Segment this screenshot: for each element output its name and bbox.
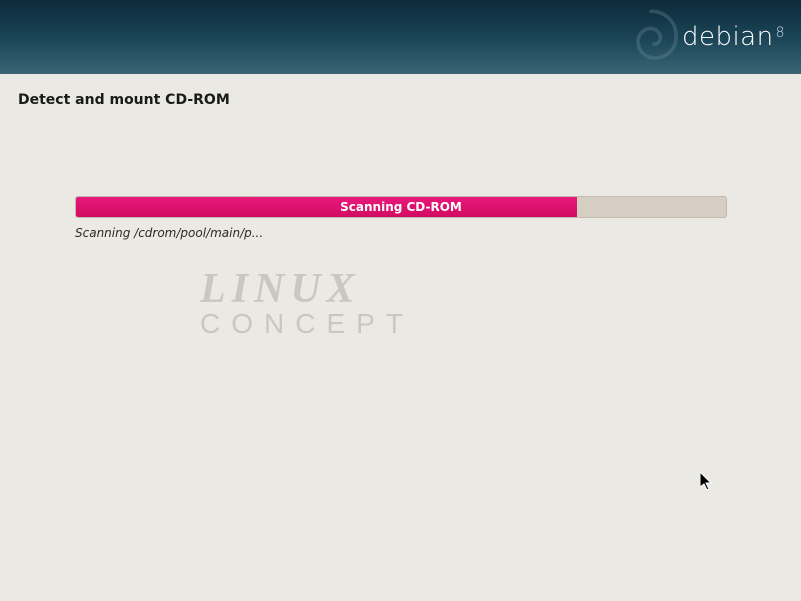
progress-bar: Scanning CD-ROM: [75, 196, 727, 218]
page-title: Detect and mount CD-ROM: [18, 92, 783, 108]
progress-status-text: Scanning /cdrom/pool/main/p...: [75, 226, 726, 240]
brand-version: 8: [776, 25, 785, 41]
header-banner: debian 8: [0, 0, 801, 74]
content-area: Detect and mount CD-ROM Scanning CD-ROM …: [0, 74, 801, 240]
watermark: LINUX CONCEPT: [200, 268, 414, 340]
watermark-line2: CONCEPT: [200, 308, 414, 340]
debian-swirl-icon: [615, 4, 687, 76]
watermark-line1: LINUX: [200, 268, 414, 310]
brand-name: debian: [682, 22, 774, 52]
progress-section: Scanning CD-ROM Scanning /cdrom/pool/mai…: [18, 196, 783, 240]
progress-bar-fill: [76, 197, 577, 217]
mouse-cursor-icon: [700, 472, 714, 492]
debian-logo: debian 8: [682, 22, 785, 52]
